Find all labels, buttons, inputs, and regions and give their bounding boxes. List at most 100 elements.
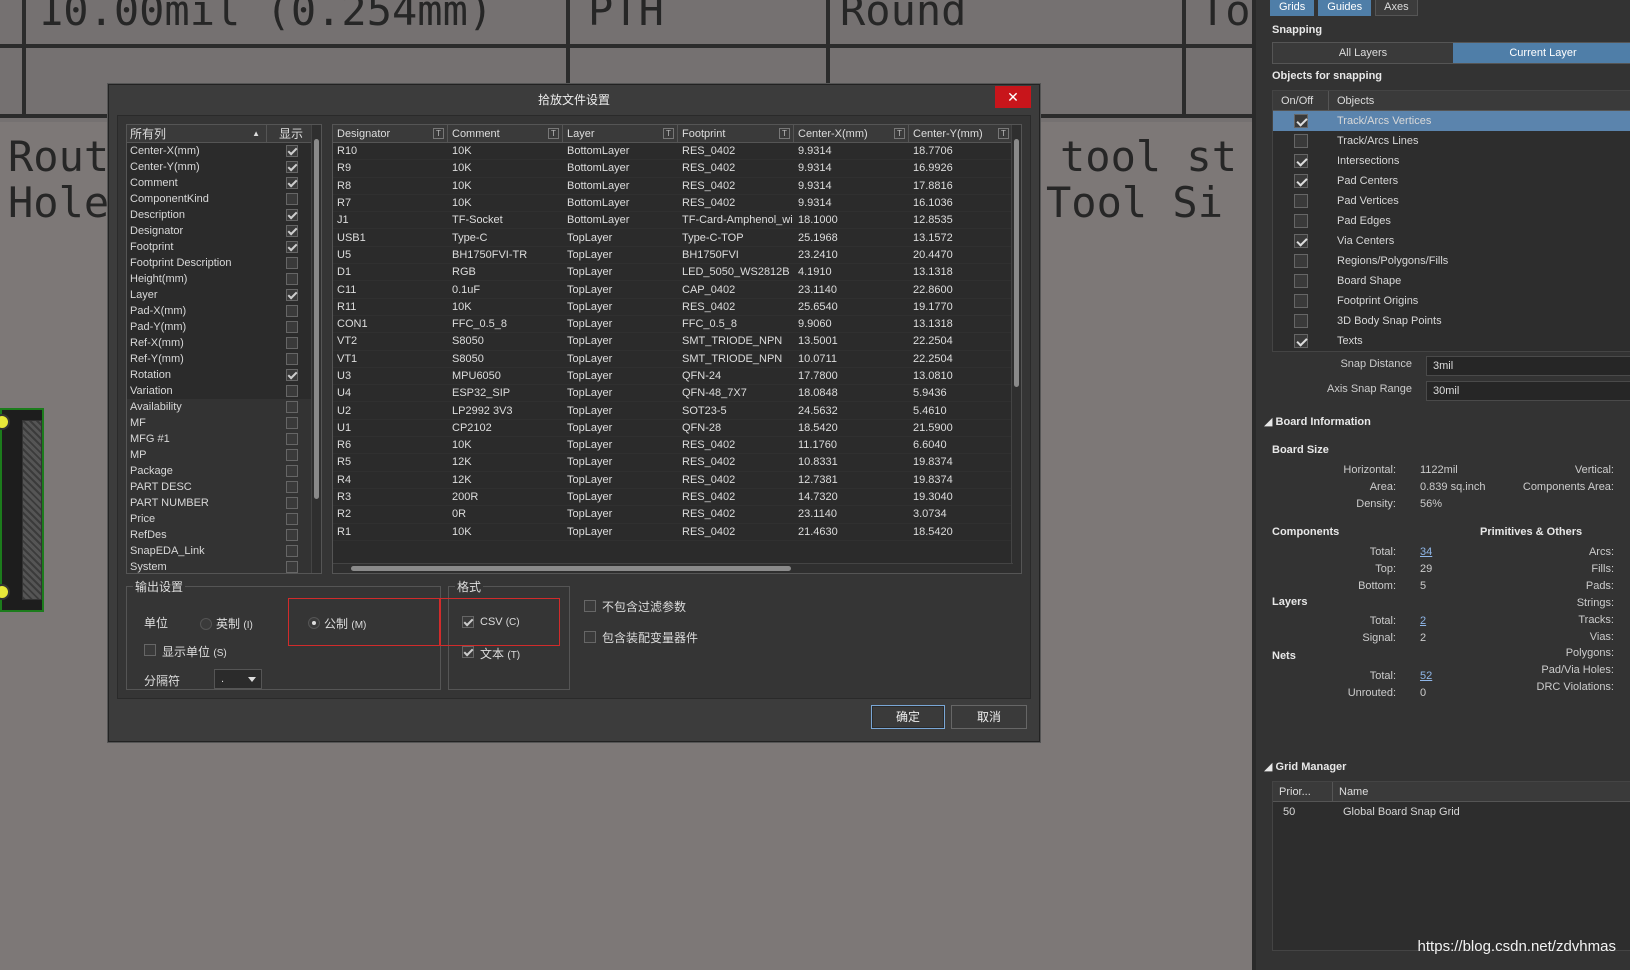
snap-object-row[interactable]: Pad Centers (1273, 171, 1630, 191)
show-column-checkbox[interactable] (286, 225, 298, 237)
scrollbar-thumb[interactable] (314, 139, 319, 499)
show-column-checkbox[interactable] (286, 561, 298, 573)
snap-object-row[interactable]: Intersections (1273, 151, 1630, 171)
tab-grids[interactable]: Grids (1270, 0, 1315, 16)
snap-distance-input[interactable]: 3mil (1426, 356, 1630, 376)
filter-icon[interactable]: T (663, 128, 674, 139)
show-column-checkbox[interactable] (286, 465, 298, 477)
snap-object-row[interactable]: Board Shape (1273, 271, 1630, 291)
snap-object-row[interactable]: 3D Body Snap Points (1273, 311, 1630, 331)
column-list-item[interactable]: Ref-X(mm) (127, 335, 321, 351)
snap-object-checkbox[interactable] (1294, 274, 1308, 288)
table-row[interactable]: R5 12K TopLayer RES_0402 10.8331 19.8374 (333, 454, 1021, 472)
column-list-item[interactable]: MF (127, 415, 321, 431)
close-button[interactable]: ✕ (995, 86, 1031, 108)
snap-object-checkbox[interactable] (1294, 294, 1308, 308)
show-column-checkbox[interactable] (286, 481, 298, 493)
snap-object-row[interactable]: Via Centers (1273, 231, 1630, 251)
snap-all-layers-button[interactable]: All Layers (1273, 43, 1453, 63)
show-column-checkbox[interactable] (286, 513, 298, 525)
show-column-header[interactable]: 显示 (267, 125, 307, 142)
table-row[interactable]: VT2 S8050 TopLayer SMT_TRIODE_NPN 13.5001 22.… (333, 333, 1021, 351)
column-list-item[interactable]: RefDes (127, 527, 321, 543)
column-list-item[interactable]: Designator (127, 223, 321, 239)
show-column-checkbox[interactable] (286, 417, 298, 429)
column-list-item[interactable]: Ref-Y(mm) (127, 351, 321, 367)
csv-checkbox[interactable] (462, 616, 474, 628)
table-column-header[interactable]: Footprint T (678, 125, 794, 143)
imperial-label[interactable]: 英制 (I) (216, 615, 253, 632)
show-column-checkbox[interactable] (286, 385, 298, 397)
nets-total-link[interactable]: 52 (1420, 670, 1432, 682)
board-info-section[interactable]: ◢ Board Information (1264, 415, 1371, 428)
column-list-item[interactable]: Package (127, 463, 321, 479)
filter-icon[interactable]: T (894, 128, 905, 139)
text-format-label[interactable]: 文本 (T) (480, 645, 520, 662)
column-list-item[interactable]: Variation (127, 383, 321, 399)
table-row[interactable]: R4 12K TopLayer RES_0402 12.7381 19.8374 (333, 472, 1021, 489)
column-list-item[interactable]: Price (127, 511, 321, 527)
grid-manager-section[interactable]: ◢ Grid Manager (1264, 760, 1346, 773)
table-row[interactable]: U2 LP2992 3V3 TopLayer SOT23-5 24.5632 5.4610 (333, 402, 1021, 420)
table-column-header[interactable]: Designator T (333, 125, 448, 143)
show-column-checkbox[interactable] (286, 353, 298, 365)
table-column-header[interactable]: Center-Y(mm) T (909, 125, 1013, 143)
show-column-checkbox[interactable] (286, 241, 298, 253)
separator-dropdown[interactable]: . (214, 669, 262, 689)
include-variant-checkbox[interactable] (584, 631, 596, 643)
snap-object-checkbox[interactable] (1294, 134, 1308, 148)
include-variant-label[interactable]: 包含装配变量器件 (602, 629, 698, 646)
objects-column-header[interactable]: Objects (1329, 91, 1374, 110)
table-row[interactable]: C11 0.1uF TopLayer CAP_0402 23.1140 22.8600 (333, 281, 1021, 299)
csv-label[interactable]: CSV (C) (480, 616, 520, 628)
show-column-checkbox[interactable] (286, 273, 298, 285)
text-format-checkbox[interactable] (462, 646, 474, 658)
scrollbar-thumb[interactable] (351, 566, 791, 571)
show-column-checkbox[interactable] (286, 257, 298, 269)
comp-total-link[interactable]: 34 (1420, 546, 1432, 558)
column-list-item[interactable]: PART DESC (127, 479, 321, 495)
snap-object-row[interactable]: Track/Arcs Lines (1273, 131, 1630, 151)
snap-object-checkbox[interactable] (1294, 114, 1308, 128)
column-list-item[interactable]: Availability (127, 399, 321, 415)
ok-button[interactable]: 确定 (871, 705, 945, 729)
snap-object-row[interactable]: Regions/Polygons/Fills (1273, 251, 1630, 271)
table-row[interactable]: R6 10K TopLayer RES_0402 11.1760 6.6040 (333, 437, 1021, 455)
onoff-column-header[interactable]: On/Off (1273, 91, 1329, 110)
show-column-checkbox[interactable] (286, 369, 298, 381)
table-row[interactable]: R1 10K TopLayer RES_0402 21.4630 18.5420 (333, 524, 1021, 541)
filter-icon[interactable]: T (433, 128, 444, 139)
priority-column-header[interactable]: Prior... (1273, 782, 1333, 801)
column-list-item[interactable]: Pad-X(mm) (127, 303, 321, 319)
snap-current-layer-button[interactable]: Current Layer (1453, 43, 1630, 63)
filter-icon[interactable]: T (998, 128, 1009, 139)
column-list-item[interactable]: Comment (127, 175, 321, 191)
tab-axes[interactable]: Axes (1375, 0, 1418, 16)
table-row[interactable]: U3 MPU6050 TopLayer QFN-24 17.7800 13.0810 (333, 368, 1021, 386)
table-row[interactable]: R9 10K BottomLayer RES_0402 9.9314 16.9926 (333, 160, 1021, 178)
table-row[interactable]: U1 CP2102 TopLayer QFN-28 18.5420 21.5900 (333, 420, 1021, 438)
show-column-checkbox[interactable] (286, 529, 298, 541)
column-list-item[interactable]: Footprint Description (127, 255, 321, 271)
layers-total-link[interactable]: 2 (1420, 615, 1426, 627)
show-column-checkbox[interactable] (286, 433, 298, 445)
snap-object-checkbox[interactable] (1294, 254, 1308, 268)
column-list-item[interactable]: MFG #1 (127, 431, 321, 447)
table-row[interactable]: J1 TF-Socket BottomLayer TF-Card-Amphenol_w… (333, 212, 1021, 230)
column-list-item[interactable]: Center-Y(mm) (127, 159, 321, 175)
snap-object-checkbox[interactable] (1294, 234, 1308, 248)
snap-object-checkbox[interactable] (1294, 314, 1308, 328)
scrollbar-thumb[interactable] (1014, 139, 1019, 387)
show-column-checkbox[interactable] (286, 289, 298, 301)
column-list-item[interactable]: Layer (127, 287, 321, 303)
table-row[interactable]: R10 10K BottomLayer RES_0402 9.9314 18.7706 (333, 143, 1021, 161)
column-list-item[interactable]: Footprint (127, 239, 321, 255)
exclude-filter-label[interactable]: 不包含过滤参数 (602, 598, 686, 615)
show-column-checkbox[interactable] (286, 497, 298, 509)
show-column-checkbox[interactable] (286, 193, 298, 205)
table-row[interactable]: R7 10K BottomLayer RES_0402 9.9314 16.1036 (333, 195, 1021, 213)
snap-object-checkbox[interactable] (1294, 194, 1308, 208)
table-row[interactable]: R8 10K BottomLayer RES_0402 9.9314 17.8816 (333, 178, 1021, 195)
all-columns-header[interactable]: 所有列 ▲ (127, 125, 267, 142)
show-column-checkbox[interactable] (286, 161, 298, 173)
